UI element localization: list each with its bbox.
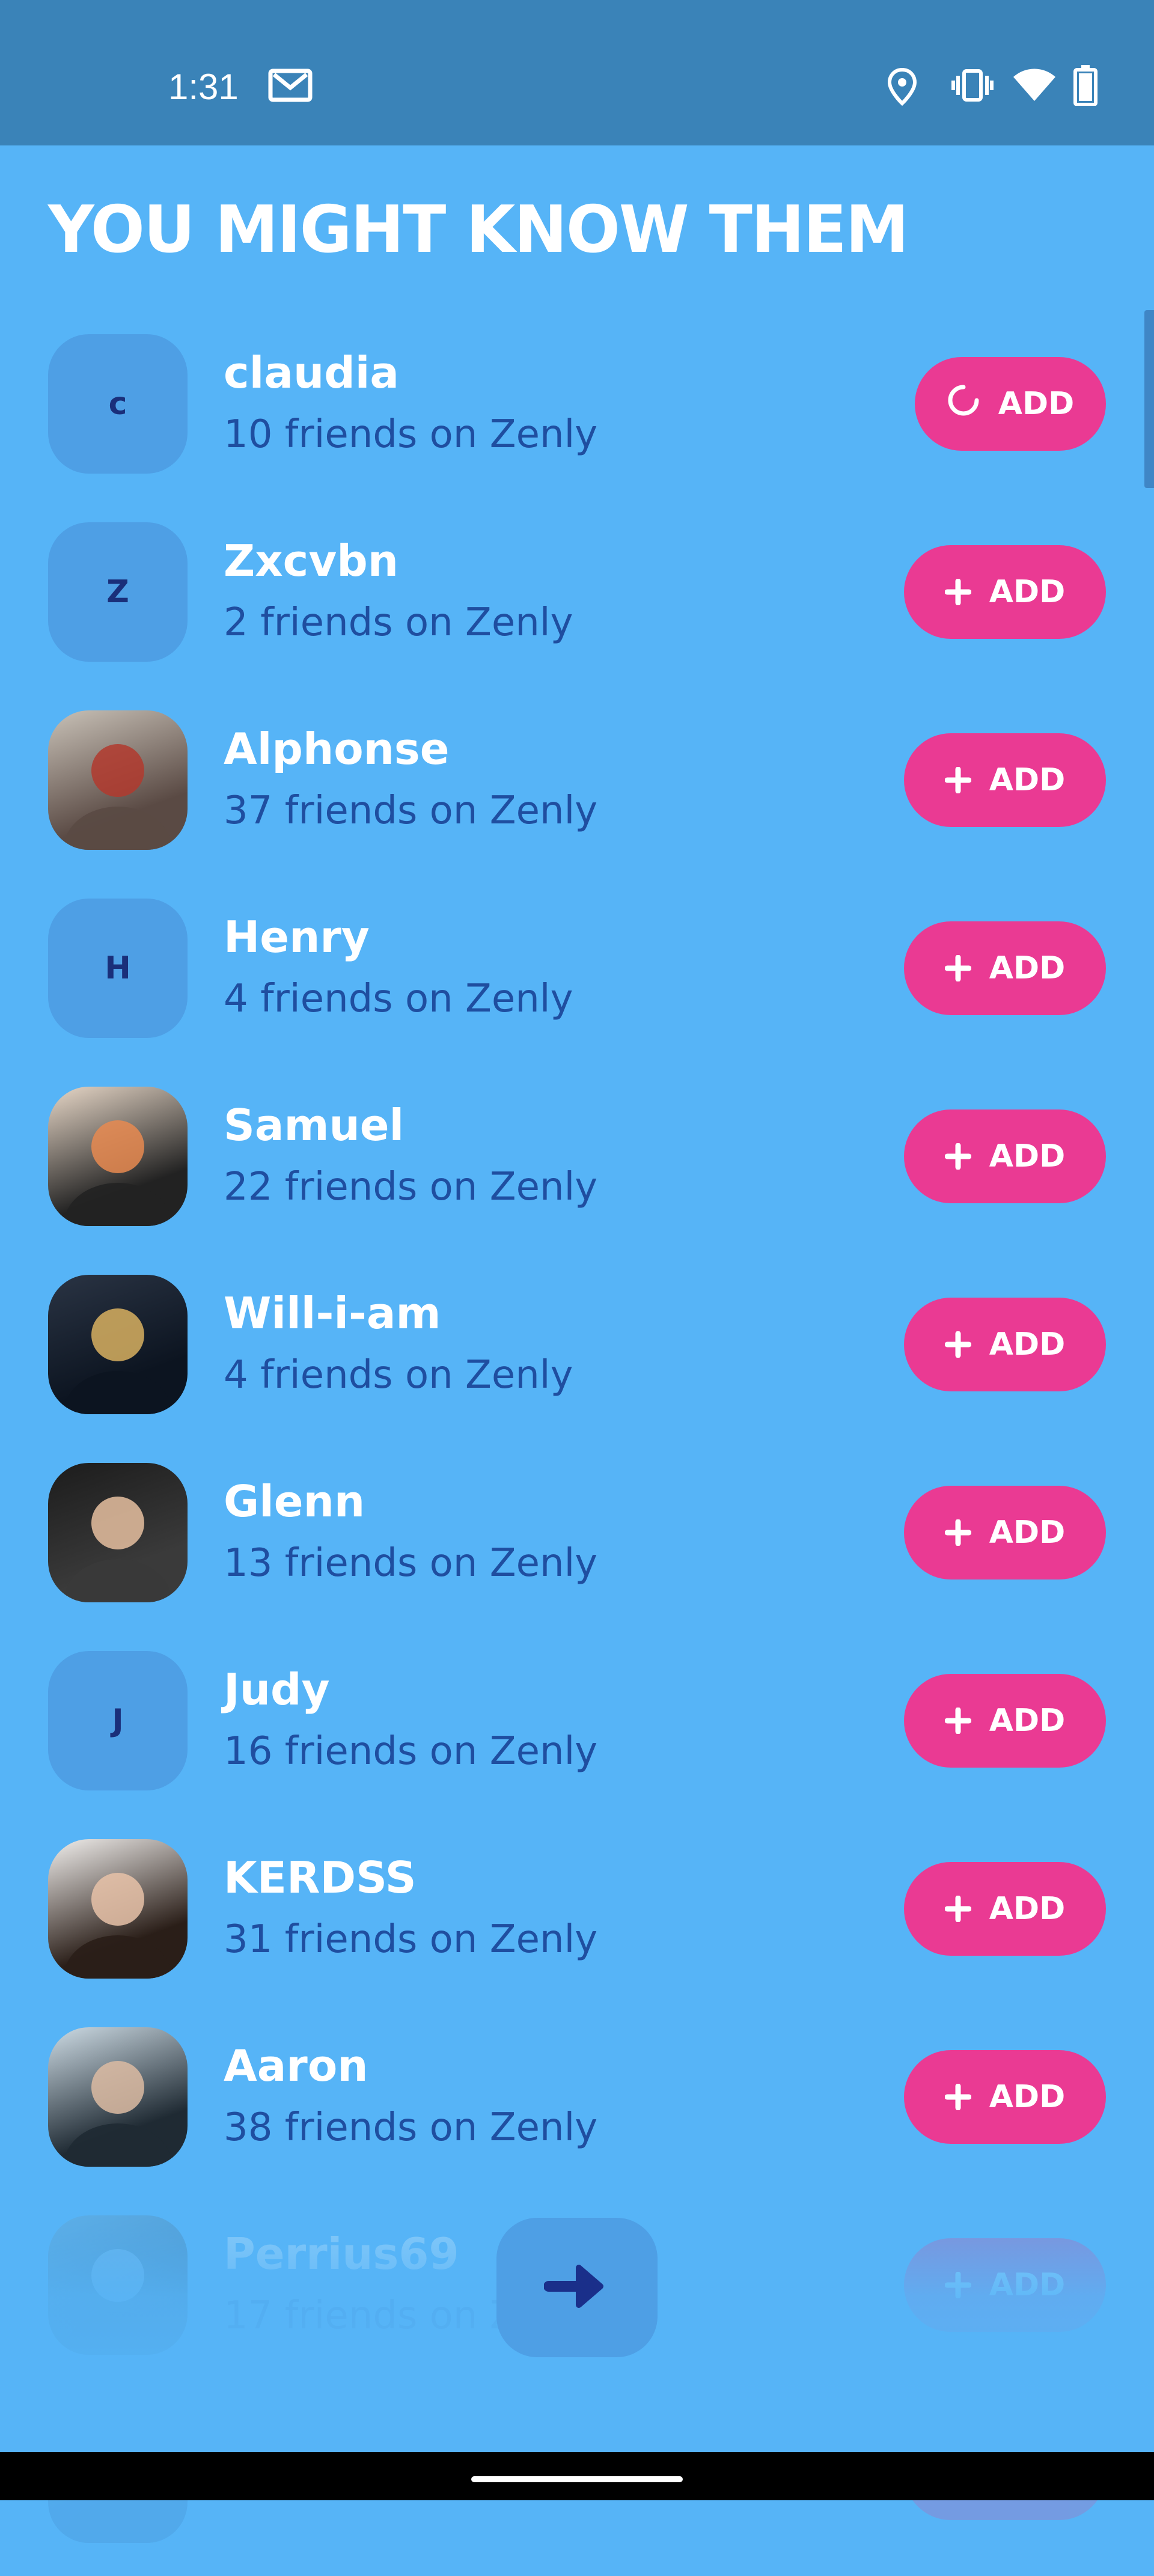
avatar-initial: c <box>108 386 127 422</box>
friend-count: 16 friends on Zenly <box>224 1729 598 1774</box>
person-name: Henry <box>224 912 370 962</box>
friend-count: 38 friends on Zenly <box>224 2105 598 2150</box>
friend-count: 13 friends on Zenly <box>224 1541 598 1586</box>
list-item[interactable]: J Judy 16 friends on Zenly ADD <box>0 1635 1154 1824</box>
list-item[interactable]: Glenn 13 friends on Zenly ADD <box>0 1447 1154 1635</box>
avatar[interactable]: Z <box>48 522 188 662</box>
vibrate-icon <box>951 67 994 106</box>
plus-icon <box>944 2077 972 2117</box>
avatar[interactable]: J <box>48 1651 188 1790</box>
add-button-label: ADD <box>989 950 1066 986</box>
add-button-label: ADD <box>989 762 1066 798</box>
avatar[interactable] <box>48 2027 188 2167</box>
add-button-label: ADD <box>989 1703 1066 1739</box>
avatar[interactable]: c <box>48 334 188 474</box>
add-friend-button[interactable]: ADD <box>904 545 1106 639</box>
status-bar: 1:31 <box>0 0 1154 145</box>
avatar[interactable] <box>48 1839 188 1979</box>
loading-spinner-icon <box>947 383 980 425</box>
navigation-bar <box>0 2452 1154 2500</box>
person-name: Aaron <box>224 2040 368 2091</box>
person-name: Will-i-am <box>224 1288 441 1338</box>
next-button[interactable] <box>496 2218 658 2357</box>
person-name: KERDSS <box>224 1852 417 1903</box>
gmail-icon <box>268 67 313 106</box>
avatar-photo <box>64 1308 172 1414</box>
list-item[interactable]: Z Zxcvbn 2 friends on Zenly ADD <box>0 507 1154 695</box>
person-name: Samuel <box>224 1100 405 1150</box>
plus-icon <box>944 1889 972 1929</box>
wifi-icon <box>1012 67 1057 106</box>
person-name: Alphonse <box>224 724 450 774</box>
add-button-label: ADD <box>989 2079 1066 2115</box>
add-friend-button[interactable]: ADD <box>904 1298 1106 1391</box>
plus-icon <box>944 760 972 800</box>
avatar-photo <box>64 1120 172 1226</box>
location-icon <box>887 67 917 108</box>
home-gesture-handle[interactable] <box>471 2476 683 2482</box>
plus-icon <box>944 1325 972 1364</box>
person-name: Judy <box>224 1664 330 1715</box>
add-friend-button[interactable]: ADD <box>904 1862 1106 1956</box>
plus-icon <box>944 1137 972 1176</box>
list-item[interactable]: Alphonse 37 friends on Zenly ADD <box>0 695 1154 883</box>
avatar[interactable] <box>48 1463 188 1602</box>
friend-count: 31 friends on Zenly <box>224 1917 598 1962</box>
plus-icon <box>944 1701 972 1741</box>
battery-icon <box>1073 65 1098 108</box>
friend-count: 4 friends on Zenly <box>224 977 573 1021</box>
plus-icon <box>944 572 972 612</box>
avatar[interactable] <box>48 710 188 850</box>
add-friend-button[interactable]: ADD <box>904 733 1106 827</box>
friend-count: 2 friends on Zenly <box>224 600 573 645</box>
avatar[interactable] <box>48 1275 188 1414</box>
add-button-label: ADD <box>989 1891 1066 1927</box>
avatar-photo <box>64 1873 172 1979</box>
avatar[interactable]: H <box>48 899 188 1038</box>
add-friend-button[interactable]: ADD <box>904 921 1106 1015</box>
plus-icon <box>944 1513 972 1552</box>
add-button-label: ADD <box>989 1515 1066 1551</box>
list-item[interactable]: c claudia 10 friends on Zenly ADD <box>0 319 1154 507</box>
friend-count: 37 friends on Zenly <box>224 789 598 833</box>
friend-count: 22 friends on Zenly <box>224 1165 598 1209</box>
add-button-label: ADD <box>989 1326 1066 1363</box>
add-button-label: ADD <box>989 1138 1066 1174</box>
add-button-label: ADD <box>998 386 1075 422</box>
avatar-photo <box>64 744 172 850</box>
avatar[interactable] <box>48 1087 188 1226</box>
arrow-right-icon <box>543 2259 610 2316</box>
add-friend-button[interactable]: ADD <box>915 357 1106 451</box>
avatar-photo <box>64 1497 172 1602</box>
person-name: claudia <box>224 347 400 398</box>
avatar-photo <box>64 2061 172 2167</box>
person-name: Zxcvbn <box>224 536 399 586</box>
page-title: YOU MIGHT KNOW THEM <box>48 192 909 267</box>
person-name: Glenn <box>224 1476 365 1527</box>
friend-count: 10 friends on Zenly <box>224 412 598 457</box>
list-item[interactable]: H Henry 4 friends on Zenly ADD <box>0 883 1154 1071</box>
avatar-initial: H <box>105 950 131 986</box>
add-friend-button[interactable]: ADD <box>904 1674 1106 1768</box>
add-button-label: ADD <box>989 574 1066 610</box>
status-time: 1:31 <box>168 67 239 107</box>
plus-icon <box>944 948 972 988</box>
avatar-initial: Z <box>106 574 129 610</box>
add-friend-button[interactable]: ADD <box>904 1109 1106 1203</box>
add-friend-button[interactable]: ADD <box>904 2050 1106 2144</box>
friend-count: 4 friends on Zenly <box>224 1353 573 1397</box>
avatar-initial: J <box>112 1703 124 1739</box>
add-friend-button[interactable]: ADD <box>904 1486 1106 1579</box>
list-item[interactable]: Aaron 38 friends on Zenly ADD <box>0 2012 1154 2200</box>
list-item[interactable]: Samuel 22 friends on Zenly ADD <box>0 1071 1154 1259</box>
list-item[interactable]: Will-i-am 4 friends on Zenly ADD <box>0 1259 1154 1447</box>
list-item[interactable]: KERDSS 31 friends on Zenly ADD <box>0 1824 1154 2012</box>
